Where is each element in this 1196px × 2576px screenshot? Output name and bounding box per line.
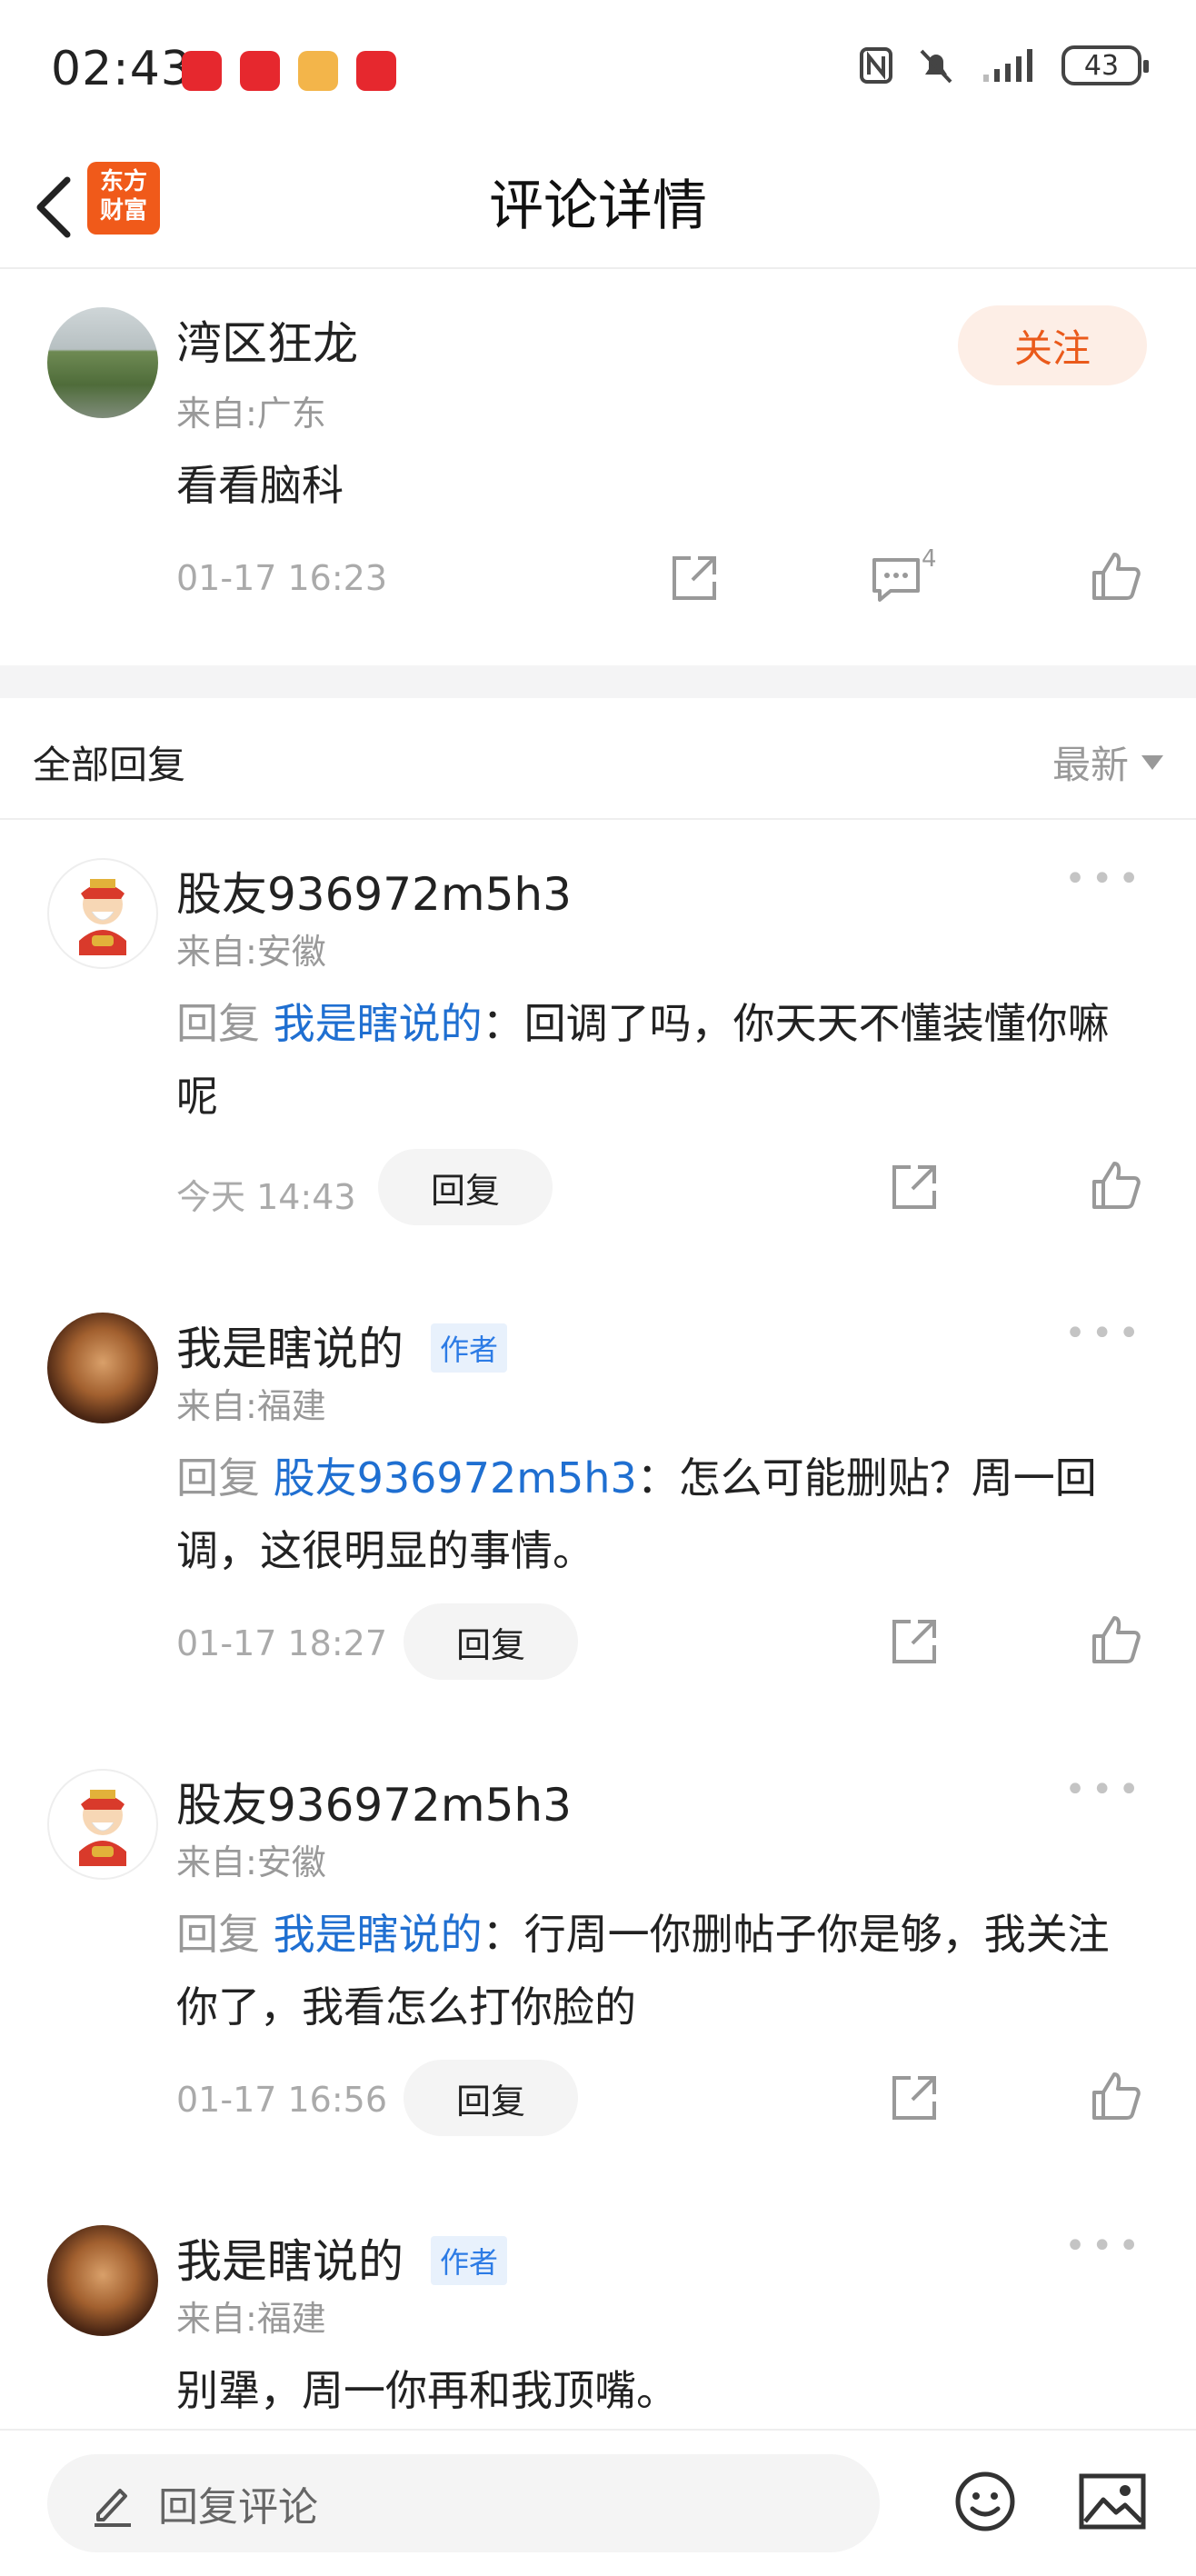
reply-input-placeholder: 回复评论 xyxy=(158,2484,318,2531)
reply-username[interactable]: 我是瞎说的 xyxy=(176,2225,404,2291)
reply-item: 股友936972m5h3 ••• 来自:安徽 回复 我是瞎说的：行周一你删帖子你… xyxy=(0,1729,1196,2183)
section-title: 全部回复 xyxy=(33,743,186,787)
reply-item: 股友936972m5h3 ••• 来自:安徽 回复 我是瞎说的：回调了吗，你天天… xyxy=(0,818,1196,1273)
reply-text: 回复 股友936972m5h3：怎么可能删贴？周一回调，这很明显的事情。 xyxy=(176,1453,1097,1575)
reply-username[interactable]: 股友936972m5h3 xyxy=(176,858,572,924)
battery-icon: 43 xyxy=(1061,45,1149,85)
comment-icon[interactable] xyxy=(869,551,923,605)
mute-icon xyxy=(920,49,952,84)
reply-button[interactable]: 回复 xyxy=(404,2060,578,2136)
reply-time: 01-17 16:56 xyxy=(176,2080,388,2120)
more-icon[interactable]: ••• xyxy=(1064,1313,1145,1354)
reply-item: 我是瞎说的 作者 ••• 来自:福建 回复 股友936972m5h3：怎么可能删… xyxy=(0,1273,1196,1727)
section-divider xyxy=(0,665,1196,698)
header: 东方 财富 评论详情 xyxy=(0,145,1196,269)
app-notification-icon xyxy=(356,51,396,91)
avatar[interactable] xyxy=(47,2225,158,2336)
share-icon[interactable] xyxy=(887,2071,942,2125)
avatar[interactable] xyxy=(47,858,158,969)
avatar[interactable] xyxy=(47,1769,158,1880)
reply-text: 回复 我是瞎说的：回调了吗，你天天不懂装懂你嘛呢 xyxy=(176,999,1110,1121)
reply-location: 来自:福建 xyxy=(176,1386,326,1426)
avatar[interactable] xyxy=(47,1313,158,1423)
more-icon[interactable]: ••• xyxy=(1064,2225,1145,2267)
share-icon[interactable] xyxy=(887,1160,942,1214)
share-icon[interactable] xyxy=(887,1614,942,1669)
sort-label: 最新 xyxy=(1051,743,1129,787)
signal-icon xyxy=(983,49,1032,82)
reply-username[interactable]: 我是瞎说的 xyxy=(176,1313,404,1378)
page-title: 评论详情 xyxy=(489,175,707,238)
reply-target-link[interactable]: 我是瞎说的 xyxy=(274,1910,483,1959)
comment-time: 01-17 16:23 xyxy=(176,558,388,598)
reply-text: 回复 我是瞎说的：行周一你删帖子你是够，我关注你了，我看怎么打你脸的 xyxy=(176,1910,1110,2032)
author-badge: 作者 xyxy=(431,1323,508,1373)
image-icon[interactable] xyxy=(1078,2472,1147,2531)
reply-button[interactable]: 回复 xyxy=(404,1603,578,1680)
reply-target-link[interactable]: 我是瞎说的 xyxy=(274,999,483,1048)
reply-username[interactable]: 股友936972m5h3 xyxy=(176,1769,572,1834)
like-icon[interactable] xyxy=(1089,1158,1143,1213)
like-icon[interactable] xyxy=(1089,2069,1143,2123)
more-icon[interactable]: ••• xyxy=(1064,858,1145,900)
notification-icons xyxy=(182,51,396,91)
reply-time: 今天 14:43 xyxy=(176,1177,356,1217)
reply-location: 来自:安徽 xyxy=(176,1842,326,1882)
reply-location: 来自:安徽 xyxy=(176,932,326,972)
more-icon[interactable]: ••• xyxy=(1064,1769,1145,1811)
caret-down-icon xyxy=(1141,754,1163,770)
app-notification-icon xyxy=(240,51,280,91)
share-icon[interactable] xyxy=(667,551,722,605)
sort-dropdown[interactable]: 最新 xyxy=(1052,734,1163,790)
reply-button[interactable]: 回复 xyxy=(378,1149,553,1225)
reply-item: 我是瞎说的 作者 ••• 来自:福建 别犟，周一你再和我顶嘴。 xyxy=(0,2185,1196,2429)
nfc-icon xyxy=(860,47,892,84)
main-comment: 湾区狂龙 来自:广东 关注 看看脑科 01-17 16:23 4 xyxy=(0,267,1196,665)
like-icon[interactable] xyxy=(1089,549,1143,604)
replies-header: 全部回复 最新 xyxy=(0,698,1196,820)
bottom-bar: 回复评论 xyxy=(0,2429,1196,2576)
comment-username[interactable]: 湾区狂龙 xyxy=(176,307,358,373)
comment-text: 看看脑科 xyxy=(176,461,344,510)
comment-location: 来自:广东 xyxy=(176,394,326,434)
reply-target-link[interactable]: 股友936972m5h3 xyxy=(274,1453,637,1503)
status-bar: 02:43 43 xyxy=(0,0,1196,145)
author-badge: 作者 xyxy=(431,2236,508,2285)
edit-icon xyxy=(95,2489,131,2527)
like-icon[interactable] xyxy=(1089,1612,1143,1667)
app-notification-icon xyxy=(182,51,222,91)
app-notification-icon xyxy=(298,51,338,91)
reply-time: 01-17 18:27 xyxy=(176,1623,388,1663)
follow-button[interactable]: 关注 xyxy=(958,305,1147,385)
status-time: 02:43 xyxy=(51,42,192,96)
reply-input[interactable]: 回复评论 xyxy=(47,2454,880,2552)
reply-location: 来自:福建 xyxy=(176,2299,326,2339)
emoji-icon[interactable] xyxy=(952,2469,1018,2534)
reply-text: 别犟，周一你再和我顶嘴。 xyxy=(176,2366,678,2415)
comment-count: 4 xyxy=(922,545,937,573)
avatar[interactable] xyxy=(47,307,158,418)
